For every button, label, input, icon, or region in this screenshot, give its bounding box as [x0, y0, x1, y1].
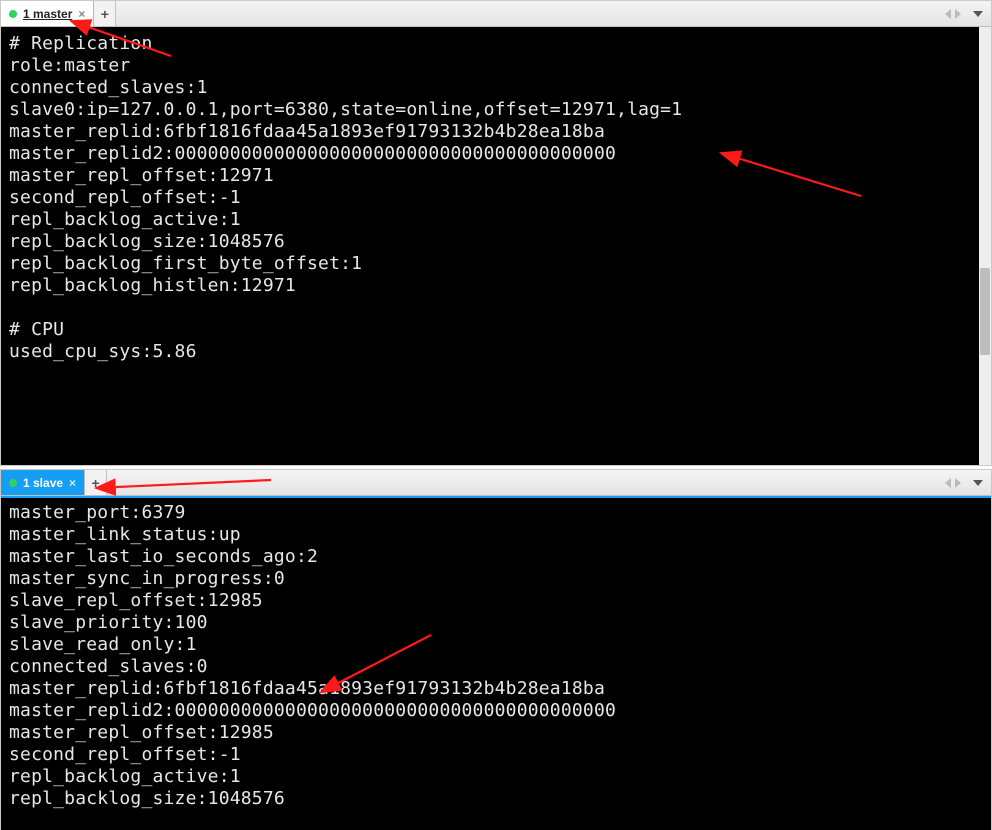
terminal-output-slave[interactable]: master_port:6379 master_link_status:up m… [1, 496, 991, 830]
tab-label: 1 master [23, 7, 72, 21]
connection-status-icon [9, 10, 17, 18]
terminal-output-master[interactable]: # Replication role:master connected_slav… [1, 27, 991, 465]
terminal-pane-master: 1 master × + # Replication role:master c… [0, 0, 992, 466]
tab-master[interactable]: 1 master × [1, 1, 94, 26]
connection-status-icon [9, 479, 17, 487]
tabbar-slave: 1 slave × + [1, 470, 991, 496]
plus-icon: + [91, 475, 99, 491]
tab-slave[interactable]: 1 slave × [1, 470, 85, 495]
tab-menu-dropdown-icon[interactable] [973, 480, 983, 486]
plus-icon: + [101, 6, 109, 22]
active-tab-indicator [1, 496, 991, 498]
tab-scroll-left-icon[interactable] [945, 478, 951, 488]
close-tab-icon[interactable]: × [69, 476, 76, 490]
tabbar-right-controls [941, 1, 989, 26]
tab-label: 1 slave [23, 476, 63, 490]
tab-menu-dropdown-icon[interactable] [973, 11, 983, 17]
tab-scroll-left-icon[interactable] [945, 9, 951, 19]
tab-scroll-right-icon[interactable] [955, 478, 961, 488]
tab-scroll-right-icon[interactable] [955, 9, 961, 19]
terminal-pane-slave: 1 slave × + master_port:6379 master_link… [0, 469, 992, 830]
scrollbar-vertical[interactable] [979, 27, 991, 465]
tabbar-right-controls [941, 470, 989, 495]
add-tab-button[interactable]: + [85, 470, 107, 495]
add-tab-button[interactable]: + [94, 1, 116, 26]
scrollbar-thumb[interactable] [980, 268, 990, 356]
tabbar-master: 1 master × + [1, 1, 991, 27]
close-tab-icon[interactable]: × [78, 7, 85, 21]
